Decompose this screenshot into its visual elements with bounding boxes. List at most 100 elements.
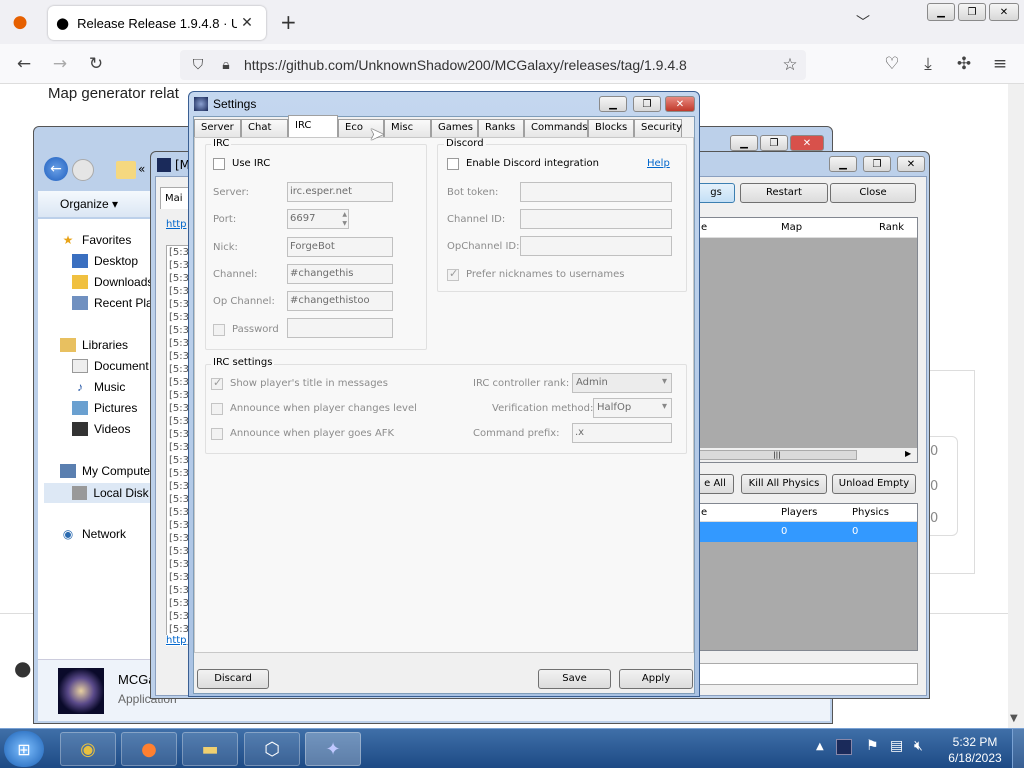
tab-list-icon[interactable]: ﹀ <box>856 12 870 32</box>
reload-icon[interactable]: ↻ <box>84 52 108 76</box>
tray-expand-icon[interactable]: ▲ <box>816 741 824 752</box>
explorer-path[interactable]: « <box>138 162 145 176</box>
channel-input[interactable]: #changethis <box>287 264 393 284</box>
start-button[interactable]: ⊞ <box>4 731 44 767</box>
nav-music[interactable]: ♪ Music <box>72 380 125 394</box>
settings-close-button[interactable]: ✕ <box>665 96 695 112</box>
port-stepper[interactable]: 6697 ▲ ▼ <box>287 209 349 229</box>
server-close-button[interactable]: ✕ <box>897 156 925 172</box>
minimize-button[interactable]: ▁ <box>927 3 955 21</box>
header-physics[interactable]: Physics <box>852 507 889 518</box>
nav-desktop[interactable]: Desktop <box>72 254 138 268</box>
nick-input[interactable]: ForgeBot <box>287 237 393 257</box>
help-link[interactable]: Help <box>647 158 670 169</box>
opchannel-input[interactable]: #changethistoo <box>287 291 393 311</box>
scroll-right-icon[interactable]: ▶ <box>905 449 911 458</box>
header-rank[interactable]: Rank <box>879 222 904 233</box>
header-name[interactable]: e <box>701 507 707 518</box>
nav-videos[interactable]: Videos <box>72 422 130 436</box>
maps-list[interactable]: e Players Physics 0 0 <box>696 503 918 651</box>
nav-libraries[interactable]: Libraries <box>60 338 128 352</box>
server-log[interactable]: [5:3 [5:3 [5:3 [5:3 [5:3 [5:3 [5:3 [5:3 [5:3 [5:3… <box>166 245 190 645</box>
tray-date[interactable]: 6/18/2023 <box>944 751 1006 765</box>
stepper-arrows-icon[interactable]: ▲ ▼ <box>342 210 347 228</box>
maps-row[interactable]: 0 0 <box>697 522 917 542</box>
apply-button[interactable]: Apply <box>619 669 693 689</box>
forward-icon[interactable]: → <box>48 52 72 76</box>
restart-button[interactable]: Restart <box>740 183 828 203</box>
tray-flag-icon[interactable]: ⚑ <box>866 738 879 754</box>
server-minimize-button[interactable]: ▁ <box>829 156 857 172</box>
organize-button[interactable]: Organize ▾ <box>60 197 118 211</box>
tab-chat[interactable]: Chat <box>241 119 288 137</box>
back-icon[interactable]: ← <box>44 157 68 181</box>
header-players[interactable]: Players <box>781 507 817 518</box>
enable-discord-checkbox[interactable] <box>447 158 459 170</box>
pocket-icon[interactable]: ♡ <box>880 52 904 76</box>
explorer-taskbar-icon[interactable]: ▬ <box>182 732 238 766</box>
bot-token-input[interactable] <box>520 182 672 202</box>
shield-icon[interactable]: ⛉ <box>186 53 210 77</box>
maximize-button[interactable]: ❐ <box>958 3 986 21</box>
chrome-taskbar-icon[interactable]: ◉ <box>60 732 116 766</box>
close-tab-icon[interactable]: ✕ <box>241 15 253 31</box>
tab-misc[interactable]: Misc <box>384 119 431 137</box>
back-icon[interactable]: ← <box>12 52 36 76</box>
nav-downloads[interactable]: Downloads <box>72 275 153 289</box>
unload-empty-button[interactable]: Unload Empty <box>832 474 916 494</box>
nav-documents[interactable]: Document <box>72 359 149 373</box>
close-window-button[interactable]: ✕ <box>989 3 1019 21</box>
firefox-taskbar-icon[interactable]: ● <box>121 732 177 766</box>
opchannel-id-input[interactable] <box>520 236 672 256</box>
tab-blocks[interactable]: Blocks <box>588 119 634 137</box>
show-desktop-button[interactable] <box>1012 729 1024 768</box>
extensions-icon[interactable]: ✣ <box>952 52 976 76</box>
downloads-icon[interactable]: ⤓ <box>916 52 940 76</box>
explorer-minimize-button[interactable]: ▁ <box>730 135 758 151</box>
tray-network-icon[interactable]: ▤ <box>890 738 903 754</box>
settings-maximize-button[interactable]: ❐ <box>633 96 661 112</box>
controller-rank-select[interactable]: Admin <box>572 373 672 393</box>
prefer-nick-checkbox[interactable] <box>447 267 459 281</box>
mcgalaxy-taskbar-icon[interactable]: ✦ <box>305 732 361 766</box>
nav-favorites[interactable]: ★ Favorites <box>60 233 132 247</box>
tab-commands[interactable]: Commands <box>524 119 588 137</box>
close-button[interactable]: Close <box>830 183 916 203</box>
firefox-menu-icon[interactable]: ● <box>8 10 32 34</box>
server-input[interactable]: irc.esper.net <box>287 182 393 202</box>
new-tab-button[interactable]: + <box>280 10 297 34</box>
tray-mcgalaxy-icon[interactable] <box>836 739 852 755</box>
scroll-down-icon[interactable]: ▼ <box>1010 713 1018 724</box>
tray-time[interactable]: 5:32 PM <box>944 735 1006 749</box>
lock-icon[interactable]: 🔒︎ <box>214 53 238 77</box>
tab-security[interactable]: Security <box>634 119 682 137</box>
url-bar[interactable]: ⛉ 🔒︎ https://github.com/UnknownShadow200… <box>180 50 806 80</box>
forward-icon[interactable] <box>72 159 94 181</box>
tray-volume-icon[interactable]: 🔇︎ <box>914 738 923 754</box>
tab-games[interactable]: Games <box>431 119 478 137</box>
explorer-maximize-button[interactable]: ❐ <box>760 135 788 151</box>
scroll-thumb[interactable]: ||| <box>697 450 857 460</box>
nav-network[interactable]: ◉ Network <box>60 527 126 541</box>
password-input[interactable] <box>287 318 393 338</box>
announce-level-checkbox[interactable] <box>211 403 223 415</box>
verification-select[interactable]: HalfOp <box>593 398 672 418</box>
command-input[interactable] <box>696 663 918 685</box>
announce-afk-checkbox[interactable] <box>211 428 223 440</box>
kill-physics-button[interactable]: Kill All Physics <box>741 474 827 494</box>
nav-localdisk[interactable]: Local Disk ( <box>44 483 156 503</box>
explorer-close-button[interactable]: ✕ <box>790 135 824 151</box>
tab-ranks[interactable]: Ranks <box>478 119 524 137</box>
nav-pictures[interactable]: Pictures <box>72 401 137 415</box>
header-map[interactable]: Map <box>781 222 802 233</box>
tab-server[interactable]: Server <box>194 119 241 137</box>
save-button[interactable]: Save <box>538 669 611 689</box>
show-title-checkbox[interactable] <box>211 376 223 390</box>
use-irc-checkbox[interactable] <box>213 158 225 170</box>
channel-id-input[interactable] <box>520 209 672 229</box>
bookmark-star-icon[interactable]: ☆ <box>778 53 802 77</box>
players-hscrollbar[interactable]: ||| ▶ <box>697 448 917 462</box>
page-scrollbar[interactable] <box>1008 84 1024 728</box>
hamburger-menu-icon[interactable]: ≡ <box>988 52 1012 76</box>
browser-tab[interactable]: ● Release Release 1.9.4.8 · Unkno ✕ <box>48 6 266 40</box>
